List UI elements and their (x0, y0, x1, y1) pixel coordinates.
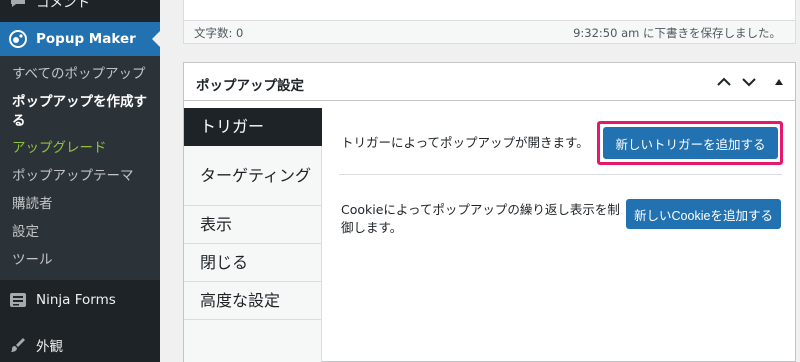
menu-item-popup-maker[interactable]: Popup Maker (0, 22, 160, 56)
admin-sidebar: コメント Popup Maker すべてのポップアップ ポップアップを作成する … (0, 0, 160, 362)
menu-item-label: Popup Maker (36, 31, 136, 47)
tab-close[interactable]: 閉じる (184, 244, 322, 282)
menu-item-label: コメント (36, 0, 90, 11)
menu-item-comments[interactable]: コメント (0, 0, 160, 12)
menu-item-label: Ninja Forms (36, 292, 116, 308)
tab-advanced[interactable]: 高度な設定 (184, 282, 322, 320)
submenu-item-settings[interactable]: 設定 (12, 223, 152, 242)
menu-item-appearance[interactable]: 外観 (0, 330, 160, 360)
menu-item-ninja-forms[interactable]: Ninja Forms (0, 285, 160, 315)
submenu-item-upgrade[interactable]: アップグレード (12, 139, 152, 158)
ninja-forms-icon (0, 292, 36, 308)
current-menu-arrow (152, 31, 160, 47)
submenu-item-subscribers[interactable]: 購読者 (12, 195, 152, 214)
box-header: ポップアップ設定 (184, 63, 795, 101)
divider (339, 174, 782, 175)
popup-settings-box: ポップアップ設定 トリガー ターゲティング 表示 閉じる 高度な設定 トリガーに… (183, 62, 796, 362)
box-title: ポップアップ設定 (196, 78, 304, 94)
toggle-triangle-icon[interactable] (769, 73, 789, 91)
settings-tabs: トリガー ターゲティング 表示 閉じる 高度な設定 (184, 108, 322, 362)
tab-display[interactable]: 表示 (184, 206, 322, 244)
chevron-down-icon[interactable] (739, 73, 759, 91)
autosave-status: 9:32:50 am に下書きを保存しました。 (573, 26, 781, 40)
popup-maker-icon (0, 29, 36, 49)
add-cookie-button[interactable]: 新しいCookieを追加する (626, 199, 781, 229)
popup-maker-submenu: すべてのポップアップ ポップアップを作成する アップグレード ポップアップテーマ… (0, 56, 160, 280)
submenu-item-all-popups[interactable]: すべてのポップアップ (12, 65, 152, 84)
tab-targeting[interactable]: ターゲティング (184, 146, 322, 206)
submenu-item-tools[interactable]: ツール (12, 251, 152, 270)
editor-panel-bottom: 文字数: 0 9:32:50 am に下書きを保存しました。 (183, 0, 796, 44)
submenu-item-create-popup[interactable]: ポップアップを作成する (12, 93, 152, 131)
menu-item-label: 外観 (36, 339, 63, 355)
chevron-up-icon[interactable] (714, 73, 734, 91)
appearance-icon (0, 336, 36, 354)
add-trigger-button[interactable]: 新しいトリガーを追加する (603, 127, 778, 159)
trigger-description: トリガーによってポップアップが開きます。 (341, 135, 589, 150)
word-count: 文字数: 0 (194, 26, 244, 40)
editor-status-bar: 文字数: 0 9:32:50 am に下書きを保存しました。 (184, 20, 795, 43)
cookie-description: Cookieによってポップアップの繰り返し表示を制御します。 (341, 202, 620, 235)
submenu-item-popup-themes[interactable]: ポップアップテーマ (12, 167, 152, 186)
comment-icon (0, 0, 36, 10)
tab-triggers[interactable]: トリガー (184, 108, 322, 146)
